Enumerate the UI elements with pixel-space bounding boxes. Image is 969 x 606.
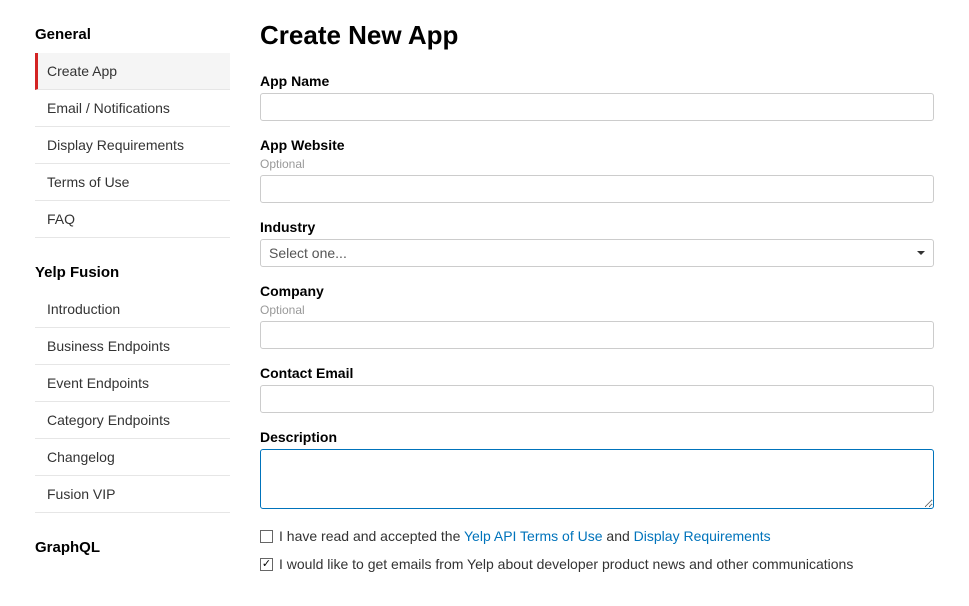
sidebar-item-fusion-vip[interactable]: Fusion VIP	[35, 476, 230, 513]
form-group-app-website: App Website Optional	[260, 137, 934, 203]
checkbox-terms-label: I have read and accepted the Yelp API Te…	[279, 528, 771, 544]
sidebar-item-introduction[interactable]: Introduction	[35, 291, 230, 328]
form-group-app-name: App Name	[260, 73, 934, 121]
sidebar: General Create App Email / Notifications…	[35, 20, 230, 586]
chevron-down-icon	[917, 251, 925, 255]
textarea-description[interactable]	[260, 449, 934, 509]
checkbox-row-terms: I have read and accepted the Yelp API Te…	[260, 528, 934, 544]
page-title: Create New App	[260, 20, 934, 51]
sidebar-item-terms-of-use[interactable]: Terms of Use	[35, 164, 230, 201]
sidebar-item-category-endpoints[interactable]: Category Endpoints	[35, 402, 230, 439]
checkbox-emails-label: I would like to get emails from Yelp abo…	[279, 556, 853, 572]
label-description: Description	[260, 429, 934, 445]
label-app-name: App Name	[260, 73, 934, 89]
input-app-name[interactable]	[260, 93, 934, 121]
sidebar-item-email-notifications[interactable]: Email / Notifications	[35, 90, 230, 127]
label-company: Company	[260, 283, 934, 299]
sidebar-section-general: General Create App Email / Notifications…	[35, 20, 230, 238]
form-group-company: Company Optional	[260, 283, 934, 349]
label-app-website: App Website	[260, 137, 934, 153]
form-group-industry: Industry Select one...	[260, 219, 934, 267]
hint-company: Optional	[260, 303, 934, 317]
checkbox-emails[interactable]	[260, 558, 273, 571]
select-industry[interactable]: Select one...	[260, 239, 934, 267]
form-group-description: Description	[260, 429, 934, 512]
sidebar-item-label: Terms of Use	[47, 174, 129, 190]
sidebar-item-label: Email / Notifications	[47, 100, 170, 116]
checkbox-terms[interactable]	[260, 530, 273, 543]
sidebar-item-event-endpoints[interactable]: Event Endpoints	[35, 365, 230, 402]
sidebar-item-label: Introduction	[47, 301, 120, 317]
form-group-contact-email: Contact Email	[260, 365, 934, 413]
sidebar-item-label: Display Requirements	[47, 137, 184, 153]
label-industry: Industry	[260, 219, 934, 235]
sidebar-item-changelog[interactable]: Changelog	[35, 439, 230, 476]
terms-text-between: and	[603, 528, 634, 544]
sidebar-section-graphql: GraphQL	[35, 533, 230, 566]
sidebar-item-business-endpoints[interactable]: Business Endpoints	[35, 328, 230, 365]
checkbox-row-emails: I would like to get emails from Yelp abo…	[260, 556, 934, 572]
input-app-website[interactable]	[260, 175, 934, 203]
sidebar-item-display-requirements[interactable]: Display Requirements	[35, 127, 230, 164]
main-content: Create New App App Name App Website Opti…	[230, 20, 934, 586]
sidebar-section-title: GraphQL	[35, 533, 230, 566]
sidebar-item-label: FAQ	[47, 211, 75, 227]
sidebar-item-label: Changelog	[47, 449, 115, 465]
sidebar-item-label: Event Endpoints	[47, 375, 149, 391]
input-company[interactable]	[260, 321, 934, 349]
link-display-requirements[interactable]: Display Requirements	[634, 528, 771, 544]
link-terms-of-use[interactable]: Yelp API Terms of Use	[464, 528, 603, 544]
sidebar-section-yelp-fusion: Yelp Fusion Introduction Business Endpoi…	[35, 258, 230, 513]
hint-app-website: Optional	[260, 157, 934, 171]
label-contact-email: Contact Email	[260, 365, 934, 381]
sidebar-item-label: Business Endpoints	[47, 338, 170, 354]
sidebar-item-label: Create App	[47, 63, 117, 79]
terms-text-before: I have read and accepted the	[279, 528, 464, 544]
sidebar-section-title: General	[35, 20, 230, 53]
sidebar-item-label: Category Endpoints	[47, 412, 170, 428]
sidebar-item-label: Fusion VIP	[47, 486, 115, 502]
sidebar-item-create-app[interactable]: Create App	[35, 53, 230, 90]
input-contact-email[interactable]	[260, 385, 934, 413]
sidebar-item-faq[interactable]: FAQ	[35, 201, 230, 238]
sidebar-section-title: Yelp Fusion	[35, 258, 230, 291]
select-industry-value: Select one...	[269, 245, 347, 261]
